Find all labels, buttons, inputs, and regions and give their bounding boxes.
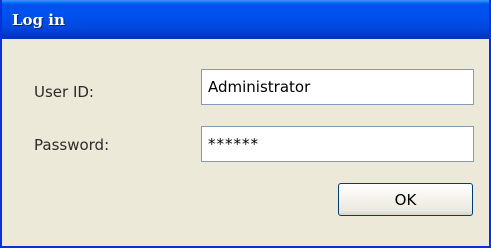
password-input[interactable] [201,126,474,162]
password-label: Password: [34,136,110,154]
user-id-label: User ID: [34,83,94,101]
dialog-title: Log in [12,11,65,29]
user-id-input[interactable] [201,69,474,105]
title-bar[interactable]: Log in [2,0,489,39]
login-dialog: Log in User ID: Password: OK [0,0,491,248]
ok-button[interactable]: OK [338,183,473,216]
